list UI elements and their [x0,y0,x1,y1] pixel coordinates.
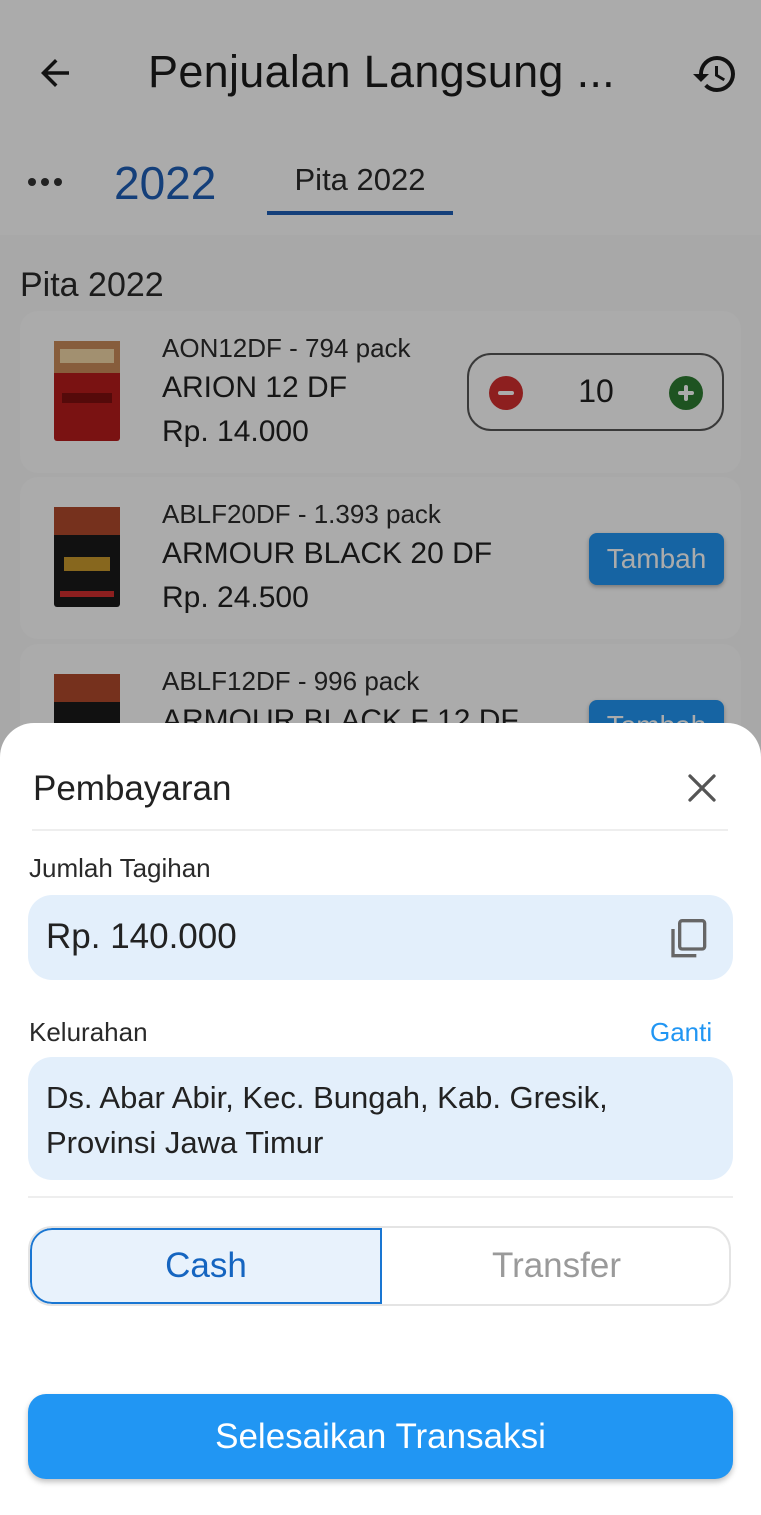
area-value: Ds. Abar Abir, Kec. Bungah, Kab. Gresik,… [46,1080,608,1160]
change-link[interactable]: Ganti [650,1017,712,1048]
divider [32,829,728,831]
method-cash-option[interactable]: Cash [30,1228,382,1304]
method-transfer-option[interactable]: Transfer [382,1228,729,1304]
sheet-title: Pembayaran [33,769,232,808]
amount-label: Jumlah Tagihan [29,853,211,883]
copy-icon[interactable] [668,917,708,961]
area-label: Kelurahan [29,1017,148,1047]
complete-transaction-button[interactable]: Selesaikan Transaksi [28,1394,733,1479]
payment-method-toggle: Cash Transfer [28,1226,731,1306]
divider [28,1196,733,1198]
close-icon[interactable] [684,770,720,806]
payment-sheet: Pembayaran Jumlah Tagihan Rp. 140.000 Ke… [0,723,761,1515]
amount-value: Rp. 140.000 [46,917,237,956]
area-field: Ds. Abar Abir, Kec. Bungah, Kab. Gresik,… [28,1057,733,1180]
amount-field: Rp. 140.000 [28,895,733,980]
